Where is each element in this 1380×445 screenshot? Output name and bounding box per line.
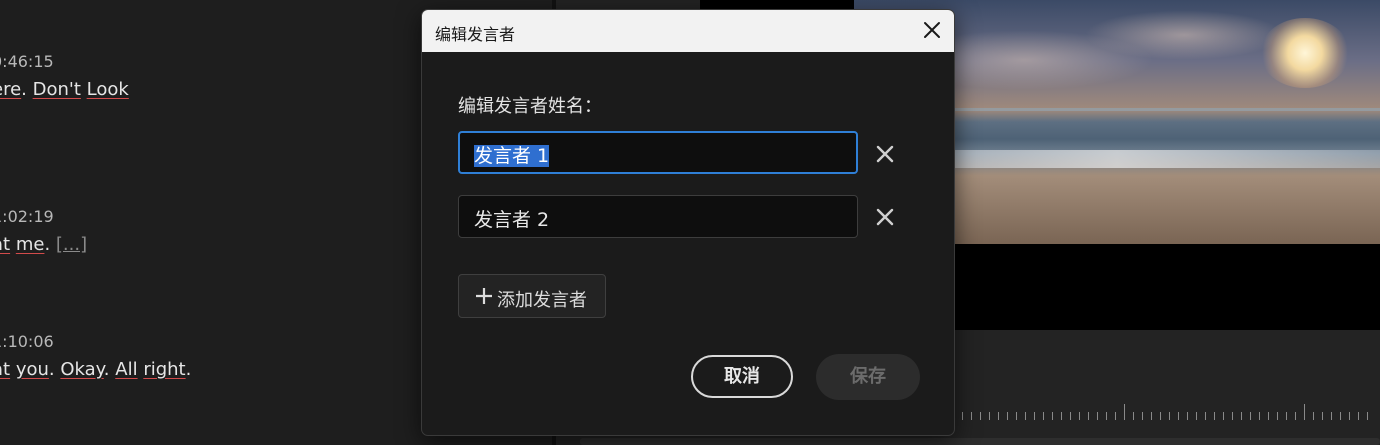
selected-text: 发言者 1: [474, 145, 550, 167]
ruler-tick: [1340, 412, 1341, 420]
sun: [1260, 18, 1350, 88]
ruler-tick: [1052, 412, 1053, 420]
ruler-tick: [1106, 412, 1107, 420]
ruler-tick: [1250, 412, 1251, 420]
ruler-tick: [1124, 404, 1125, 420]
cancel-button[interactable]: 取消: [691, 355, 793, 398]
ruler-tick: [1016, 412, 1017, 420]
edit-speakers-dialog: 编辑发言者 编辑发言者姓名： 发言者 1 发言者 2 添加发言者 取消 保存: [421, 9, 955, 436]
ruler-tick: [1205, 412, 1206, 420]
ruler-tick: [1133, 412, 1134, 420]
ruler-tick: [971, 412, 972, 420]
ruler-tick: [1313, 412, 1314, 420]
dialog-title: 编辑发言者: [435, 25, 516, 44]
ruler-tick: [1142, 412, 1143, 420]
add-speaker-label: 添加发言者: [497, 290, 587, 311]
word[interactable]: at: [0, 234, 10, 255]
transcript-segment[interactable]: 1:02:19 at me. [...]: [0, 207, 87, 255]
punctuation: .: [103, 359, 110, 380]
word[interactable]: Don't: [33, 79, 81, 100]
ruler-tick: [1214, 412, 1215, 420]
ruler-tick: [1286, 412, 1287, 420]
segment-text[interactable]: at you. Okay. All right.: [0, 359, 191, 380]
punctuation: .: [48, 359, 55, 380]
ruler-tick: [1079, 412, 1080, 420]
word[interactable]: you: [16, 359, 49, 380]
ruler-tick: [1223, 412, 1224, 420]
input-text: 发言者 2: [474, 209, 550, 231]
ruler-tick: [1232, 412, 1233, 420]
word[interactable]: All: [115, 359, 137, 380]
close-icon[interactable]: [920, 18, 944, 42]
segment-text[interactable]: ere. Don't Look: [0, 79, 129, 100]
ruler-tick: [1322, 412, 1323, 420]
speaker-name-label: 编辑发言者姓名：: [458, 96, 602, 117]
ruler-tick: [989, 412, 990, 420]
ruler-tick: [1178, 412, 1179, 420]
ruler-tick: [1196, 412, 1197, 420]
transcript-segment[interactable]: 0:46:15 ere. Don't Look: [0, 52, 129, 100]
word[interactable]: at: [0, 359, 10, 380]
ruler-tick: [1070, 412, 1071, 420]
speaker-1-input[interactable]: 发言者 1: [458, 131, 858, 174]
ruler-tick: [1115, 412, 1116, 420]
segment-timestamp: 1:10:06: [0, 332, 54, 351]
ruler-tick: [1358, 412, 1359, 420]
word[interactable]: ere: [0, 79, 21, 100]
ruler-tick: [962, 412, 963, 420]
ruler-tick: [1367, 412, 1368, 420]
ruler-tick: [1034, 412, 1035, 420]
remove-speaker-1-icon[interactable]: [874, 143, 896, 165]
ruler-tick: [1151, 412, 1152, 420]
save-button[interactable]: 保存: [816, 354, 920, 400]
plus-icon: [476, 288, 492, 304]
ruler-tick: [1304, 404, 1305, 420]
segment-timestamp: 0:46:15: [0, 52, 54, 71]
ruler-tick: [1268, 412, 1269, 420]
ruler-tick: [980, 412, 981, 420]
ruler-tick: [1160, 412, 1161, 420]
word[interactable]: right: [143, 359, 185, 380]
ruler-tick: [1007, 412, 1008, 420]
segment-timestamp: 1:02:19: [0, 207, 54, 226]
dialog-header: 编辑发言者: [422, 10, 954, 52]
ruler-tick: [1097, 412, 1098, 420]
ruler-tick: [1169, 412, 1170, 420]
word[interactable]: Okay: [60, 359, 103, 380]
ruler-tick: [1331, 412, 1332, 420]
ellipsis-marker[interactable]: [...]: [56, 234, 87, 255]
speaker-2-input[interactable]: 发言者 2: [458, 195, 858, 238]
ruler-tick: [998, 412, 999, 420]
timeline-ruler[interactable]: [962, 402, 1380, 420]
timeline-scrollbar[interactable]: [580, 438, 1380, 445]
ruler-tick: [1295, 412, 1296, 420]
add-speaker-button[interactable]: 添加发言者: [458, 274, 606, 318]
ruler-tick: [1277, 412, 1278, 420]
ruler-tick: [1088, 412, 1089, 420]
punctuation: .: [185, 359, 192, 380]
ruler-tick: [1187, 412, 1188, 420]
word[interactable]: me: [16, 234, 45, 255]
word[interactable]: Look: [87, 79, 129, 100]
transcript-segment[interactable]: 1:10:06 at you. Okay. All right.: [0, 332, 191, 380]
ruler-tick: [1025, 412, 1026, 420]
ruler-tick: [1241, 412, 1242, 420]
ruler-tick: [1259, 412, 1260, 420]
remove-speaker-2-icon[interactable]: [874, 206, 896, 228]
ruler-tick: [1349, 412, 1350, 420]
ruler-tick: [1043, 412, 1044, 420]
ruler-tick: [1061, 412, 1062, 420]
segment-text[interactable]: at me. [...]: [0, 234, 87, 255]
cloud: [1084, 10, 1284, 60]
